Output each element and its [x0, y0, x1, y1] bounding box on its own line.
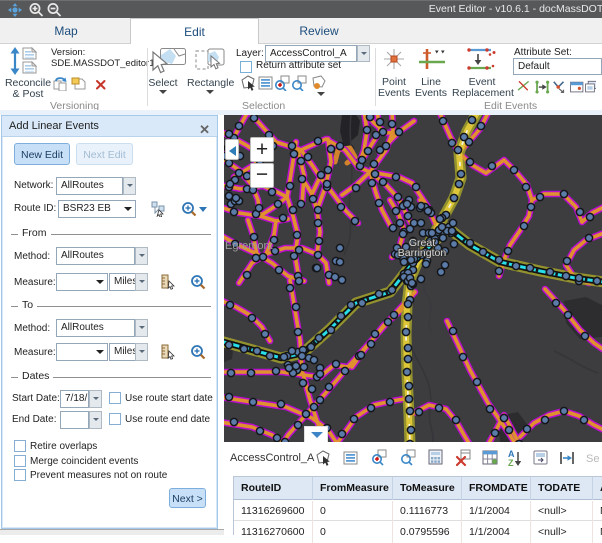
svg-text:Barrington: Barrington [398, 247, 447, 259]
svg-text:Egremont: Egremont [225, 240, 273, 252]
svg-text:Z: Z [508, 458, 514, 467]
svg-text:Se: Se [586, 453, 599, 465]
